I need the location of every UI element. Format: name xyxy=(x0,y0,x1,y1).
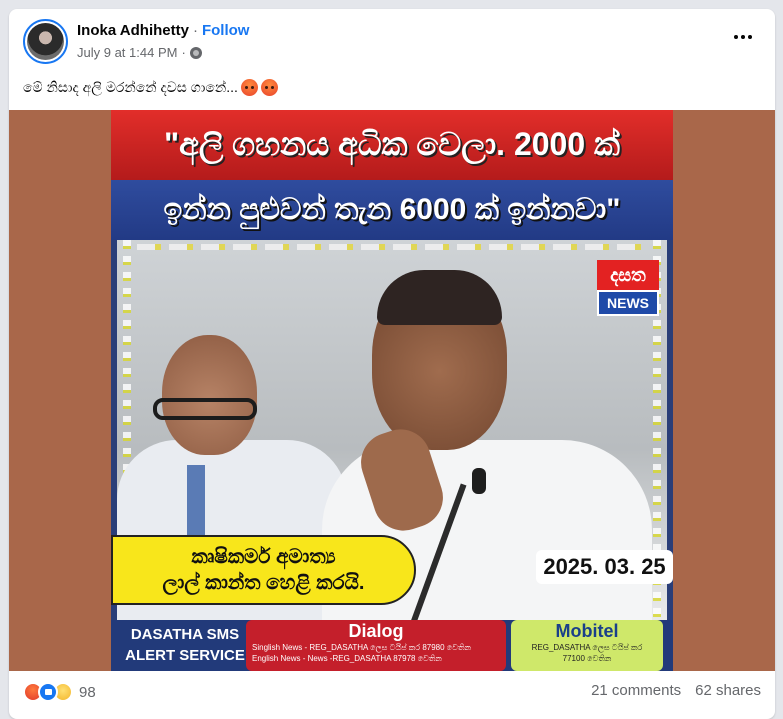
news-poster: "අලි ගහනය අධික වෙලා. 2000 ක් ඉන්න පුළුවන… xyxy=(111,110,673,671)
post-image[interactable]: "අලි ගහනය අධික වෙලා. 2000 ක් ඉන්න පුළුවන… xyxy=(9,110,775,671)
post-caption: මේ නිසාද අලි මරන්නේ දවස ගානේ... xyxy=(23,79,278,96)
glasses xyxy=(153,398,257,420)
sms-line-1: DASATHA SMS xyxy=(130,626,240,643)
sms-line-2: ALERT SERVICE xyxy=(125,647,245,664)
post-meta: July 9 at 1:44 PM · xyxy=(77,45,202,60)
avatar-image xyxy=(27,23,64,60)
logo-top-text: දසත xyxy=(597,260,659,290)
author-avatar[interactable] xyxy=(23,19,68,64)
name-separator: · xyxy=(192,22,198,39)
headline-line-1: "අලි ගහනය අධික වෙලා. 2000 ක් xyxy=(111,110,673,180)
more-options-icon[interactable] xyxy=(729,27,757,47)
mobitel-box: Mobitel REG_DASATHA ලෙස ටයිප් කර 77100 ව… xyxy=(511,620,663,671)
comments-link[interactable]: 21 comments xyxy=(591,682,681,699)
banner-line-1: කෘෂිකර්ම අමාත්‍ය xyxy=(191,546,336,568)
shares-link[interactable]: 62 shares xyxy=(695,682,761,699)
dialog-title: Dialog xyxy=(348,621,404,641)
poster-date: 2025. 03. 25 xyxy=(536,550,673,584)
mobitel-title: Mobitel xyxy=(555,621,619,641)
angry-emoji-icon xyxy=(240,79,258,96)
author-name[interactable]: Inoka Adhihetty xyxy=(77,22,189,39)
dasatha-news-logo: දසත NEWS xyxy=(597,260,659,320)
meta-separator: · xyxy=(181,45,186,60)
post-stats: 21 comments 62 shares xyxy=(591,682,761,699)
dialog-box: Dialog Singlish News - REG_DASATHA ලෙස ට… xyxy=(246,620,506,671)
reaction-icons xyxy=(23,682,73,702)
person-left-tie xyxy=(187,465,205,535)
caption-text: මේ නිසාද අලි මරන්නේ දවස ගානේ... xyxy=(23,79,238,95)
headline-line-2: ඉන්න පුළුවන් තැන 6000 ක් ඉන්නවා" xyxy=(111,180,673,240)
mobitel-line-2: 77100 වෙතින xyxy=(562,654,612,663)
reactions-summary[interactable]: 98 xyxy=(23,682,96,702)
banner-line-2: ලාල් කාන්ත හෙළි කරයි. xyxy=(162,572,365,594)
dialog-line-2: English News - News -REG_DASATHA 87978 ව… xyxy=(252,654,442,663)
globe-icon[interactable] xyxy=(189,46,202,59)
logo-bottom-text: NEWS xyxy=(597,290,659,316)
like-reaction-icon xyxy=(38,682,58,702)
sms-footer: DASATHA SMS ALERT SERVICE Dialog Singlis… xyxy=(111,620,673,671)
minister-banner: කෘෂිකර්ම අමාත්‍ය ලාල් කාන්ත හෙළි කරයි. xyxy=(111,535,416,605)
sms-alert-label: DASATHA SMS ALERT SERVICE xyxy=(125,624,245,666)
post-card: Inoka Adhihetty · Follow July 9 at 1:44 … xyxy=(9,9,775,719)
watermark-strip xyxy=(137,244,647,250)
mobitel-line-1: REG_DASATHA ලෙස ටයිප් කර xyxy=(531,643,643,652)
reaction-count[interactable]: 98 xyxy=(79,684,96,701)
post-timestamp[interactable]: July 9 at 1:44 PM xyxy=(77,45,177,60)
dialog-line-1: Singlish News - REG_DASATHA ලෙස ටයිප් කර… xyxy=(252,643,471,652)
microphone-icon xyxy=(472,468,486,494)
author-row: Inoka Adhihetty · Follow xyxy=(77,22,249,39)
follow-button[interactable]: Follow xyxy=(202,22,250,39)
person-left-head xyxy=(162,335,257,455)
angry-emoji-icon xyxy=(260,79,278,96)
person-right-hair xyxy=(377,270,502,325)
